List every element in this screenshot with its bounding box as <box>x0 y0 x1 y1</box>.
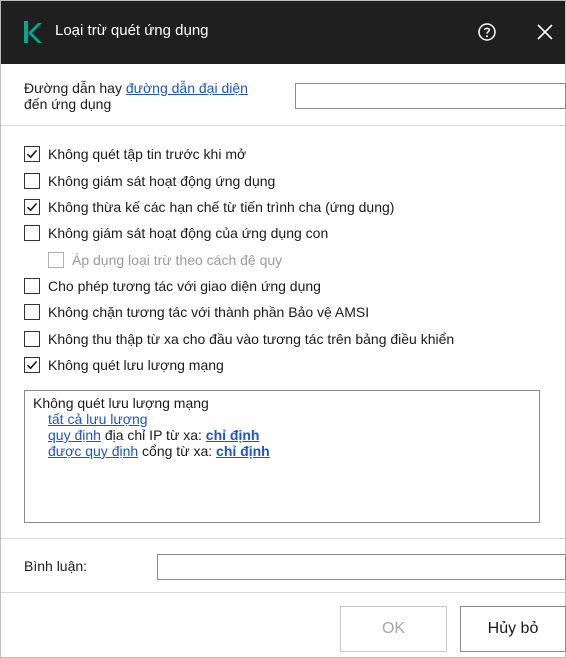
ok-button[interactable]: OK <box>340 606 447 652</box>
summary-heading: Không quét lưu lượng mạng <box>33 395 209 411</box>
option-row[interactable]: Không quét tập tin trước khi mở <box>24 144 246 164</box>
comment-label: Bình luận: <box>24 558 88 574</box>
help-icon[interactable] <box>477 22 497 42</box>
option-row[interactable]: Không quét lưu lượng mạng <box>24 355 224 375</box>
ip-specify-link[interactable]: chỉ định <box>206 427 260 443</box>
option-label: Áp dụng loại trừ theo cách đệ quy <box>72 252 283 268</box>
option-label: Không thu thập từ xa cho đầu vào tương t… <box>48 331 455 347</box>
ip-rule-link[interactable]: quy định <box>48 427 101 443</box>
path-label-suffix: đến ứng dụng <box>24 96 112 112</box>
summary-line-port: được quy định cổng từ xa: chỉ định <box>33 443 531 459</box>
option-checkbox[interactable] <box>24 199 40 215</box>
path-label: Đường dẫn hay đường dẫn đại diện đến ứng… <box>24 80 248 112</box>
checkmark-icon <box>26 202 38 212</box>
option-label: Không giám sát hoạt động của ứng dụng co… <box>48 225 329 241</box>
option-row[interactable]: Không thừa kế các hạn chế từ tiến trình … <box>24 197 394 217</box>
rule-summary-box: Không quét lưu lượng mạng tất cả lưu lượ… <box>24 390 540 523</box>
comment-input[interactable] <box>157 554 566 580</box>
port-rule-text: cổng từ xa: <box>138 443 217 459</box>
path-label-prefix: Đường dẫn hay <box>24 80 126 96</box>
option-checkbox[interactable] <box>24 331 40 347</box>
option-label: Không quét lưu lượng mạng <box>48 357 224 373</box>
option-label: Không quét tập tin trước khi mở <box>48 146 247 162</box>
kaspersky-logo <box>24 21 42 43</box>
option-row[interactable]: Không giám sát hoạt động của ứng dụng co… <box>24 223 328 243</box>
all-traffic-link[interactable]: tất cả lưu lượng <box>48 411 148 427</box>
option-row: Áp dụng loại trừ theo cách đệ quy <box>48 250 282 270</box>
checkmark-icon <box>26 360 38 370</box>
close-icon[interactable] <box>535 22 555 42</box>
cancel-button[interactable]: Hủy bỏ <box>460 606 566 652</box>
summary-line-traffic: tất cả lưu lượng <box>33 411 531 427</box>
divider <box>1 125 565 126</box>
option-row[interactable]: Không giám sát hoạt động ứng dụng <box>24 171 275 191</box>
option-checkbox[interactable] <box>24 278 40 294</box>
option-label: Cho phép tương tác với giao diện ứng dụn… <box>48 278 321 294</box>
dialog-window: Loại trừ quét ứng dụng Đường dẫn hay đườ… <box>0 0 566 658</box>
divider <box>1 538 565 539</box>
option-row[interactable]: Cho phép tương tác với giao diện ứng dụn… <box>24 276 321 296</box>
path-input[interactable] <box>295 83 566 109</box>
ip-rule-text: địa chỉ IP từ xa: <box>100 427 206 443</box>
option-checkbox[interactable] <box>24 304 40 320</box>
port-rule-link[interactable]: được quy định <box>48 443 138 459</box>
option-checkbox[interactable] <box>24 225 40 241</box>
divider <box>1 592 565 593</box>
title-bar: Loại trừ quét ứng dụng <box>1 1 565 64</box>
option-row[interactable]: Không chặn tương tác với thành phần Bảo … <box>24 302 369 322</box>
option-checkbox[interactable] <box>24 146 40 162</box>
option-label: Không thừa kế các hạn chế từ tiến trình … <box>48 199 395 215</box>
option-label: Không giám sát hoạt động ứng dụng <box>48 173 276 189</box>
checkmark-icon <box>26 149 38 159</box>
port-specify-link[interactable]: chỉ định <box>216 443 270 459</box>
option-checkbox <box>48 252 64 268</box>
path-mask-link[interactable]: đường dẫn đại diện <box>126 80 248 96</box>
summary-line-ip: quy định địa chỉ IP từ xa: chỉ định <box>33 427 531 443</box>
option-label: Không chặn tương tác với thành phần Bảo … <box>48 304 370 320</box>
option-checkbox[interactable] <box>24 173 40 189</box>
option-checkbox[interactable] <box>24 357 40 373</box>
dialog-title: Loại trừ quét ứng dụng <box>55 22 209 39</box>
option-row[interactable]: Không thu thập từ xa cho đầu vào tương t… <box>24 329 454 349</box>
